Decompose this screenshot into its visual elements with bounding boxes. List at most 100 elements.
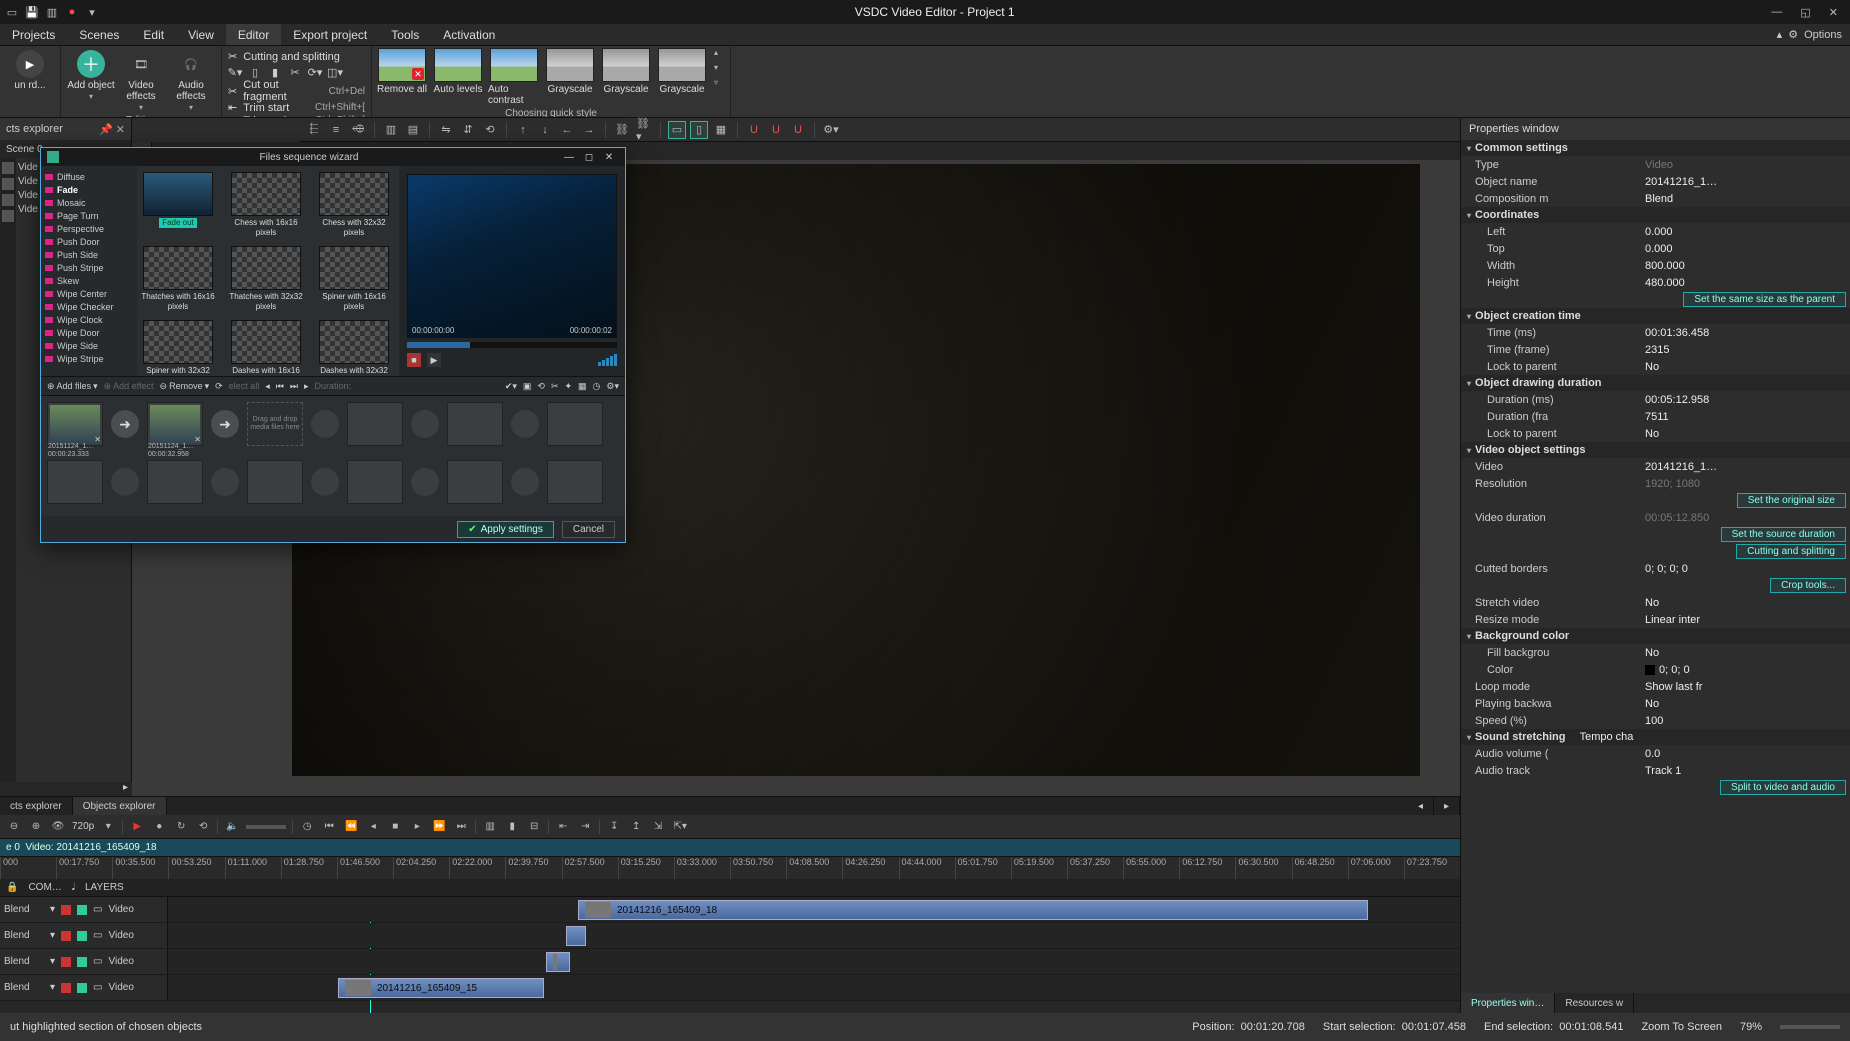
timeline-clip[interactable] <box>566 926 586 946</box>
wizard-tree-item[interactable]: Wipe Stripe <box>45 352 133 365</box>
track-lane[interactable] <box>168 923 1460 948</box>
tb-underline1-icon[interactable]: U <box>746 122 762 138</box>
timeline-clip[interactable]: 20141216_165409_18 <box>578 900 1368 920</box>
prop-composition[interactable]: Blend <box>1641 193 1850 205</box>
bottom-tab-cts[interactable]: cts explorer <box>0 797 73 815</box>
wizard-tree-item[interactable]: Wipe Clock <box>45 313 133 326</box>
tool-marker-icon[interactable]: ▮ <box>268 65 282 79</box>
qat-save-icon[interactable]: 💾 <box>26 6 38 18</box>
tl-next-icon[interactable]: ▸ <box>409 819 425 835</box>
menu-view[interactable]: View <box>176 24 226 45</box>
props-tab-properties[interactable]: Properties win… <box>1461 993 1555 1013</box>
prop-width[interactable]: 800.000 <box>1641 260 1850 272</box>
tl-eye-icon[interactable]: 👁 <box>50 819 66 835</box>
prop-duration-ms[interactable]: 00:05:12.958 <box>1641 394 1850 406</box>
wizard-transition-slot[interactable] <box>411 468 439 496</box>
cut-out-fragment[interactable]: ✂Cut out fragmentCtrl+Del <box>228 81 365 101</box>
timeline-track[interactable]: Blend▾ ▭ Video 20141216_165409_18 <box>0 897 1460 923</box>
prop-height[interactable]: 480.000 <box>1641 277 1850 289</box>
ribbon-video-effects[interactable]: 🎞 Video effects <box>117 50 165 113</box>
timeline-track[interactable]: Blend▾ ▭ Video 20141216_165409_15 <box>0 975 1460 1001</box>
solo-icon[interactable] <box>77 905 87 915</box>
tool-crop-icon[interactable]: ◫▾ <box>328 65 342 79</box>
style-grayscale-1[interactable]: Grayscale <box>544 48 596 95</box>
track-header[interactable]: Blend▾ ▭ Video <box>0 923 168 948</box>
prop-left[interactable]: 0.000 <box>1641 226 1850 238</box>
track-header[interactable]: Blend▾ ▭ Video <box>0 949 168 974</box>
wizard-to-start-icon[interactable]: ⏮ <box>276 381 284 392</box>
timeline-clip[interactable] <box>546 952 570 972</box>
bottom-tab-objects[interactable]: Objects explorer <box>73 797 167 815</box>
wizard-tree-item[interactable]: Push Door <box>45 235 133 248</box>
wizard-to-end-icon[interactable]: ⏭ <box>290 381 298 392</box>
tb-align-center-icon[interactable]: ≡ <box>328 122 344 138</box>
wizard-transition-slot-2[interactable]: ➜ <box>211 410 239 438</box>
prop-duration-frame[interactable]: 7511 <box>1641 411 1850 423</box>
tl-marker-icon[interactable]: ▮ <box>504 819 520 835</box>
qat-new-icon[interactable]: ▭ <box>6 6 18 18</box>
help-icon[interactable]: ▴ <box>1777 28 1783 41</box>
wizard-fx2-icon[interactable]: ▦ <box>578 381 587 392</box>
vtool-3-icon[interactable] <box>2 194 14 206</box>
wizard-transition-slot[interactable] <box>211 468 239 496</box>
track-lane[interactable]: 20141216_165409_18 <box>168 897 1460 922</box>
tool-pencil-icon[interactable]: ✎▾ <box>228 65 242 79</box>
status-zoom[interactable]: 79% <box>1740 1021 1762 1033</box>
solo-icon[interactable] <box>77 983 87 993</box>
tb-align-right-icon[interactable]: ⬲ <box>350 122 366 138</box>
tl-a-icon[interactable]: ↧ <box>606 819 622 835</box>
timeline-clip[interactable]: 20141216_165409_15 <box>338 978 544 998</box>
tb-unlink-icon[interactable]: ⛓▾ <box>636 122 652 138</box>
wizard-drop-hint[interactable]: Drag and drop media files here <box>247 402 303 446</box>
wizard-transition-slot[interactable] <box>511 468 539 496</box>
tool-rotate-icon[interactable]: ⟳▾ <box>308 65 322 79</box>
props-tab-resources[interactable]: Resources w <box>1555 993 1634 1013</box>
qat-dropdown-icon[interactable]: ▾ <box>86 6 98 18</box>
tb-grid-icon[interactable]: ▦ <box>713 122 729 138</box>
wizard-sel-out-icon[interactable]: ▸ <box>304 381 309 392</box>
track-header[interactable]: Blend▾ ▭ Video <box>0 897 168 922</box>
wizard-check-icon[interactable]: ✔▾ <box>505 381 517 392</box>
tl-remove-icon[interactable]: ⊖ <box>6 819 22 835</box>
tb-arrow-left-icon[interactable]: ← <box>559 122 575 138</box>
wizard-progress[interactable] <box>407 342 617 348</box>
trim-start[interactable]: ⇤Trim startCtrl+Shift+[ <box>228 101 365 114</box>
tb-flip-h-icon[interactable]: ⇋ <box>438 122 454 138</box>
tl-split-icon[interactable]: ▥ <box>482 819 498 835</box>
wizard-tree-item[interactable]: Wipe Center <box>45 287 133 300</box>
wizard-effect-item[interactable]: Thatches with 32x32 pixels <box>229 246 303 312</box>
layer-lock-icon[interactable]: 🔒 <box>6 882 18 893</box>
tl-repeat-icon[interactable]: ⟲ <box>195 819 211 835</box>
layer-sound-icon[interactable]: 𝅘𝅥 <box>72 882 75 893</box>
tl-prev-icon[interactable]: ◂ <box>365 819 381 835</box>
tb-move-mode-icon[interactable]: ▯ <box>691 122 707 138</box>
menu-editor[interactable]: Editor <box>226 24 281 45</box>
mute-icon[interactable] <box>61 905 71 915</box>
wizard-tree-item[interactable]: Wipe Checker <box>45 300 133 313</box>
track-lane[interactable] <box>168 949 1460 974</box>
wizard-transition-slot-4[interactable] <box>411 410 439 438</box>
tb-select-mode-icon[interactable]: ▭ <box>669 122 685 138</box>
vtool-1-icon[interactable] <box>2 162 14 174</box>
prop-resize-mode[interactable]: Linear inter <box>1641 614 1850 626</box>
tb-link-icon[interactable]: ⛓ <box>614 122 630 138</box>
mute-icon[interactable] <box>61 957 71 967</box>
wizard-slice-icon[interactable]: ✂ <box>551 381 559 392</box>
section-sound-stretch[interactable]: Sound stretching Tempo cha <box>1461 729 1850 745</box>
timeline-track[interactable]: Blend▾ ▭ Video <box>0 923 1460 949</box>
tl-c-icon[interactable]: ⇲ <box>650 819 666 835</box>
wizard-effect-item[interactable]: Spiner with 16x16 pixels <box>317 246 391 312</box>
timeline-track[interactable]: Blend▾ ▭ Video <box>0 949 1460 975</box>
section-drawing-duration[interactable]: Object drawing duration <box>1461 375 1850 391</box>
wizard-slot-2[interactable]: ✕20151124_1…00:00:32.958 <box>147 402 203 446</box>
tool-slice-icon[interactable]: ▯ <box>248 65 262 79</box>
tl-volume-slider[interactable] <box>246 825 286 829</box>
timeline-ruler[interactable]: 00000:17.75000:35.50000:53.25001:11.0000… <box>0 857 1460 879</box>
window-minimize-icon[interactable]: — <box>1771 6 1782 19</box>
prop-color[interactable]: 0; 0; 0 <box>1641 664 1850 676</box>
style-grayscale-3[interactable]: Grayscale <box>656 48 708 95</box>
vtool-2-icon[interactable] <box>2 178 14 190</box>
tl-in-icon[interactable]: ⇤ <box>555 819 571 835</box>
wizard-slot-empty[interactable] <box>347 460 403 504</box>
section-creation-time[interactable]: Object creation time <box>1461 308 1850 324</box>
